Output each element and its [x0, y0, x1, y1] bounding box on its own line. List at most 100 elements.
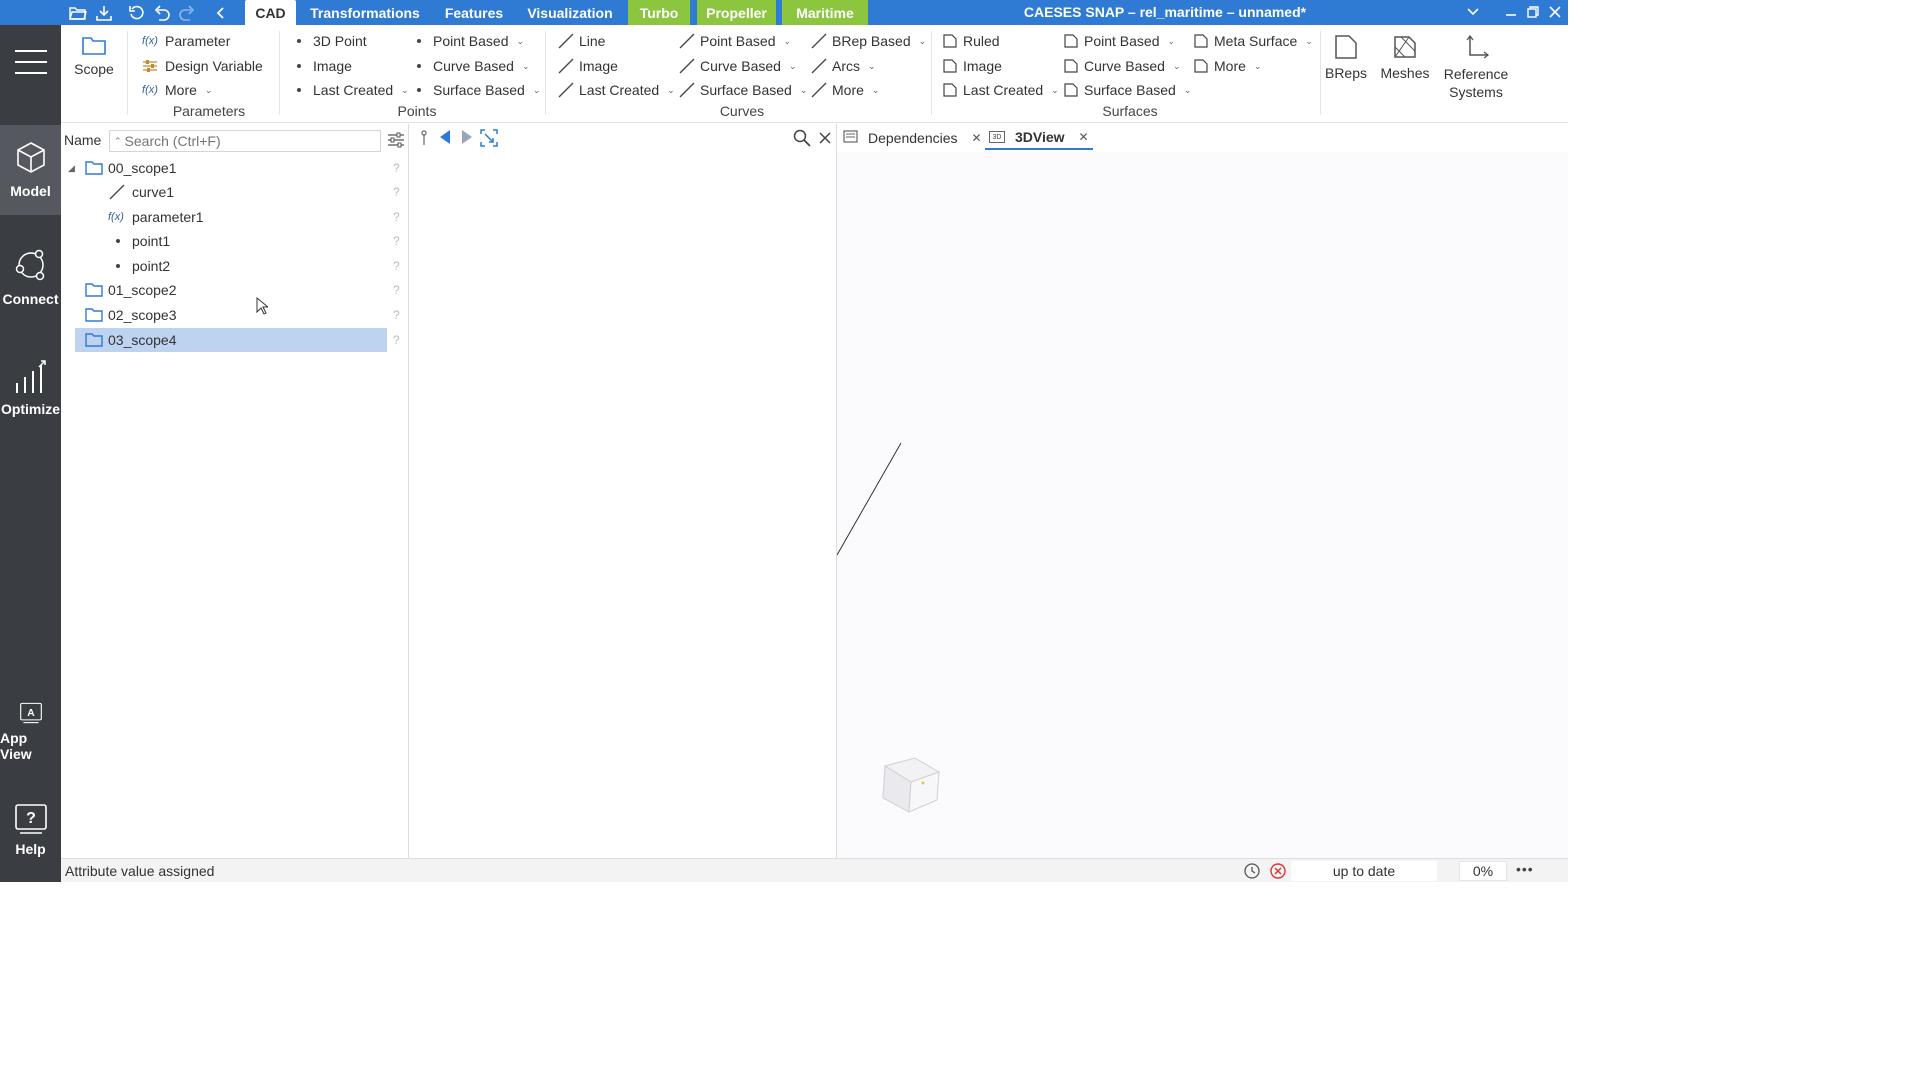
- pin-icon[interactable]: [419, 130, 429, 149]
- parameter-label: Parameter: [165, 33, 231, 49]
- tab-visualization[interactable]: Visualization: [520, 0, 620, 25]
- arcs-button[interactable]: Arcs ⌄: [810, 55, 876, 77]
- meshes-button[interactable]: Meshes: [1377, 33, 1433, 81]
- sort-up-icon[interactable]: ⌃: [114, 136, 122, 147]
- tree-item-curve1[interactable]: curve1 ?: [61, 180, 409, 204]
- close-tab-icon[interactable]: ✕: [972, 131, 982, 145]
- redo-icon[interactable]: [177, 3, 197, 23]
- point-based-point-button[interactable]: Point Based ⌄: [413, 30, 524, 52]
- tree-item-00-scope1[interactable]: ◢ 00_scope1 ?: [61, 156, 409, 180]
- restore-icon[interactable]: [1524, 2, 1542, 22]
- group-label-surfaces: Surfaces: [1102, 103, 1158, 119]
- tree-item-label: point2: [132, 258, 171, 274]
- chevron-down-icon: ⌄: [532, 84, 541, 95]
- help-icon: ?: [14, 804, 47, 834]
- hamburger-icon: [14, 50, 47, 74]
- tab-dependencies[interactable]: Dependencies ✕: [843, 126, 982, 150]
- curve-based-curve-button[interactable]: Curve Based ⌄: [678, 55, 796, 77]
- 3d-point-button[interactable]: 3D Point: [293, 30, 367, 52]
- curve1-line-geometry[interactable]: [837, 440, 907, 556]
- close-tab-icon[interactable]: ✕: [1079, 130, 1089, 144]
- parameter-button[interactable]: f(x) Parameter: [139, 30, 230, 52]
- tab-propeller[interactable]: Propeller: [697, 0, 776, 25]
- tree-item-01-scope2[interactable]: 01_scope2 ?: [61, 278, 409, 302]
- tree-item-02-scope3[interactable]: 02_scope3 ?: [61, 303, 409, 327]
- point-last-created-button[interactable]: Last Created ⌄: [293, 79, 409, 101]
- filter-settings-icon[interactable]: [387, 131, 405, 152]
- chevron-down-icon: ⌄: [1305, 35, 1313, 46]
- surface-last-created-button[interactable]: Last Created ⌄: [941, 79, 1059, 101]
- fit-selection-icon[interactable]: [480, 129, 498, 150]
- minimize-icon[interactable]: [1502, 2, 1520, 22]
- tab-turbo[interactable]: Turbo: [628, 0, 690, 25]
- tab-3dview[interactable]: 3D 3DView ✕: [985, 126, 1093, 150]
- image-label: Image: [963, 58, 1002, 74]
- surface-based-point-button[interactable]: Surface Based ⌄: [413, 79, 540, 101]
- point-icon: [297, 88, 301, 92]
- surface-based-curve-button[interactable]: Surface Based ⌄: [678, 79, 807, 101]
- forward-arrow-icon[interactable]: [459, 129, 475, 148]
- tree-item-parameter1[interactable]: f(x) parameter1 ?: [61, 205, 409, 229]
- 3dview-label: 3DView: [1015, 129, 1065, 145]
- chevron-down-icon: ⌄: [871, 84, 880, 95]
- tab-features[interactable]: Features: [436, 0, 512, 25]
- tab-cad[interactable]: CAD: [245, 0, 296, 25]
- nav-optimize[interactable]: Optimize: [0, 359, 61, 425]
- tree-item-label: point1: [132, 233, 171, 249]
- curves-more-button[interactable]: More ⌄: [810, 79, 879, 101]
- close-window-icon[interactable]: [1546, 2, 1564, 22]
- history-undo-icon[interactable]: [127, 3, 147, 23]
- nav-model[interactable]: Model: [0, 125, 61, 215]
- nav-help[interactable]: ? Help: [0, 803, 61, 863]
- undo-icon[interactable]: [152, 3, 172, 23]
- parameters-more-button[interactable]: f(x) More ⌄: [139, 79, 212, 101]
- last-created-label: Last Created: [313, 82, 394, 98]
- curve-based-label: Curve Based: [433, 58, 514, 74]
- more-options-icon[interactable]: •••: [1516, 861, 1534, 877]
- ruled-button[interactable]: Ruled: [941, 30, 1000, 52]
- progress-label: 0%: [1472, 863, 1494, 879]
- back-arrow-icon[interactable]: [437, 129, 453, 148]
- tab-maritime[interactable]: Maritime: [782, 0, 868, 25]
- surface-based-surface-button[interactable]: Surface Based ⌄: [1062, 79, 1191, 101]
- reference-systems-button[interactable]: Reference Systems: [1441, 33, 1511, 101]
- design-variable-button[interactable]: Design Variable: [139, 55, 263, 77]
- stop-update-icon[interactable]: [1269, 862, 1287, 883]
- expand-triangle-icon[interactable]: ◢: [68, 163, 75, 174]
- breps-button[interactable]: BReps: [1323, 33, 1369, 81]
- hamburger-menu-button[interactable]: [0, 37, 61, 87]
- curve-based-surface-button[interactable]: Curve Based ⌄: [1062, 55, 1180, 77]
- close-icon[interactable]: [819, 131, 831, 147]
- image-label: Image: [313, 58, 352, 74]
- scope-button[interactable]: Scope: [71, 33, 117, 77]
- curve-image-button[interactable]: Image: [557, 55, 618, 77]
- surface-image-button[interactable]: Image: [941, 55, 1002, 77]
- brep-based-curve-button[interactable]: BRep Based ⌄: [810, 30, 926, 52]
- collapse-chevron-left-icon[interactable]: [211, 3, 231, 23]
- nav-app-view[interactable]: A App View: [0, 702, 61, 762]
- meshes-label: Meshes: [1380, 65, 1430, 81]
- chevron-down-icon[interactable]: [1464, 2, 1482, 22]
- history-clock-icon[interactable]: [1243, 862, 1261, 883]
- point-image-button[interactable]: Image: [293, 55, 352, 77]
- tree-item-03-scope4[interactable]: 03_scope4 ?: [61, 328, 409, 352]
- name-column-header[interactable]: Name: [64, 132, 101, 148]
- 3d-view-icon: 3D: [989, 131, 1005, 143]
- nav-connect[interactable]: Connect: [0, 247, 61, 317]
- tab-transformations[interactable]: Transformations: [302, 0, 428, 25]
- line-button[interactable]: Line: [557, 30, 605, 52]
- curve-last-created-button[interactable]: Last Created ⌄: [557, 79, 675, 101]
- tree-item-point1[interactable]: point1 ?: [61, 229, 409, 253]
- orientation-cube-icon[interactable]: [877, 754, 945, 816]
- tree-item-point2[interactable]: point2 ?: [61, 254, 409, 278]
- surface-based-label: Surface Based: [433, 82, 525, 98]
- point-based-curve-button[interactable]: Point Based ⌄: [678, 30, 791, 52]
- point-based-surface-button[interactable]: Point Based ⌄: [1062, 30, 1175, 52]
- open-folder-icon[interactable]: [68, 3, 88, 23]
- search-icon[interactable]: [793, 129, 811, 150]
- save-download-icon[interactable]: [94, 3, 114, 23]
- meta-surface-button[interactable]: Meta Surface ⌄: [1192, 30, 1313, 52]
- search-input[interactable]: [124, 133, 375, 149]
- curve-based-point-button[interactable]: Curve Based ⌄: [413, 55, 529, 77]
- surfaces-more-button[interactable]: More ⌄: [1192, 55, 1261, 77]
